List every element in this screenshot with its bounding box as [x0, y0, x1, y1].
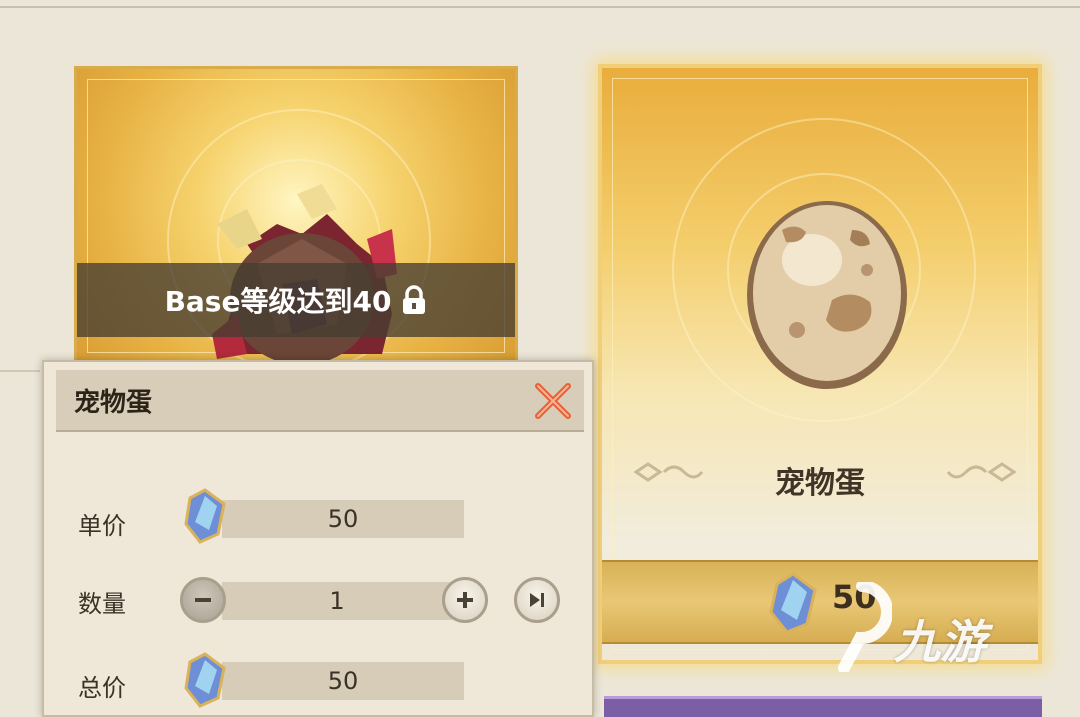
crystal-icon: [769, 572, 817, 634]
unit-price-label: 单价: [78, 512, 126, 540]
watermark-text: 九游: [894, 615, 986, 669]
minus-icon[interactable]: [180, 577, 226, 623]
total-price-value: 50: [222, 662, 464, 700]
pet-egg-image: [747, 201, 907, 389]
close-icon[interactable]: [532, 380, 574, 422]
quantity-stepper[interactable]: 1: [222, 582, 452, 620]
next-card-edge: [604, 696, 1042, 717]
dialog-header: 宠物蛋: [56, 370, 584, 432]
watermark-logo-icon: [838, 582, 892, 672]
skip-to-max-icon[interactable]: [514, 577, 560, 623]
lock-icon: [403, 285, 426, 314]
locked-item-card[interactable]: Base等级达到40: [74, 66, 518, 366]
lock-requirement-bar: Base等级达到40: [77, 263, 515, 337]
ornament-right-icon: [946, 462, 1016, 482]
plus-icon[interactable]: [442, 577, 488, 623]
crystal-icon: [184, 488, 226, 544]
top-divider: [0, 6, 1080, 8]
lock-requirement-text: Base等级达到40: [164, 285, 392, 318]
dialog-title: 宠物蛋: [74, 388, 153, 418]
quantity-label: 数量: [78, 590, 126, 618]
crystal-icon: [184, 652, 226, 708]
pet-egg-card[interactable]: 宠物蛋 50: [598, 64, 1042, 664]
side-divider: [0, 370, 40, 372]
unit-price-value: 50: [222, 500, 464, 538]
quantity-value: 1: [329, 587, 345, 615]
purchase-dialog: 宠物蛋 单价 50 数量 1 总价 50: [42, 360, 594, 717]
total-price-label: 总价: [78, 674, 126, 702]
